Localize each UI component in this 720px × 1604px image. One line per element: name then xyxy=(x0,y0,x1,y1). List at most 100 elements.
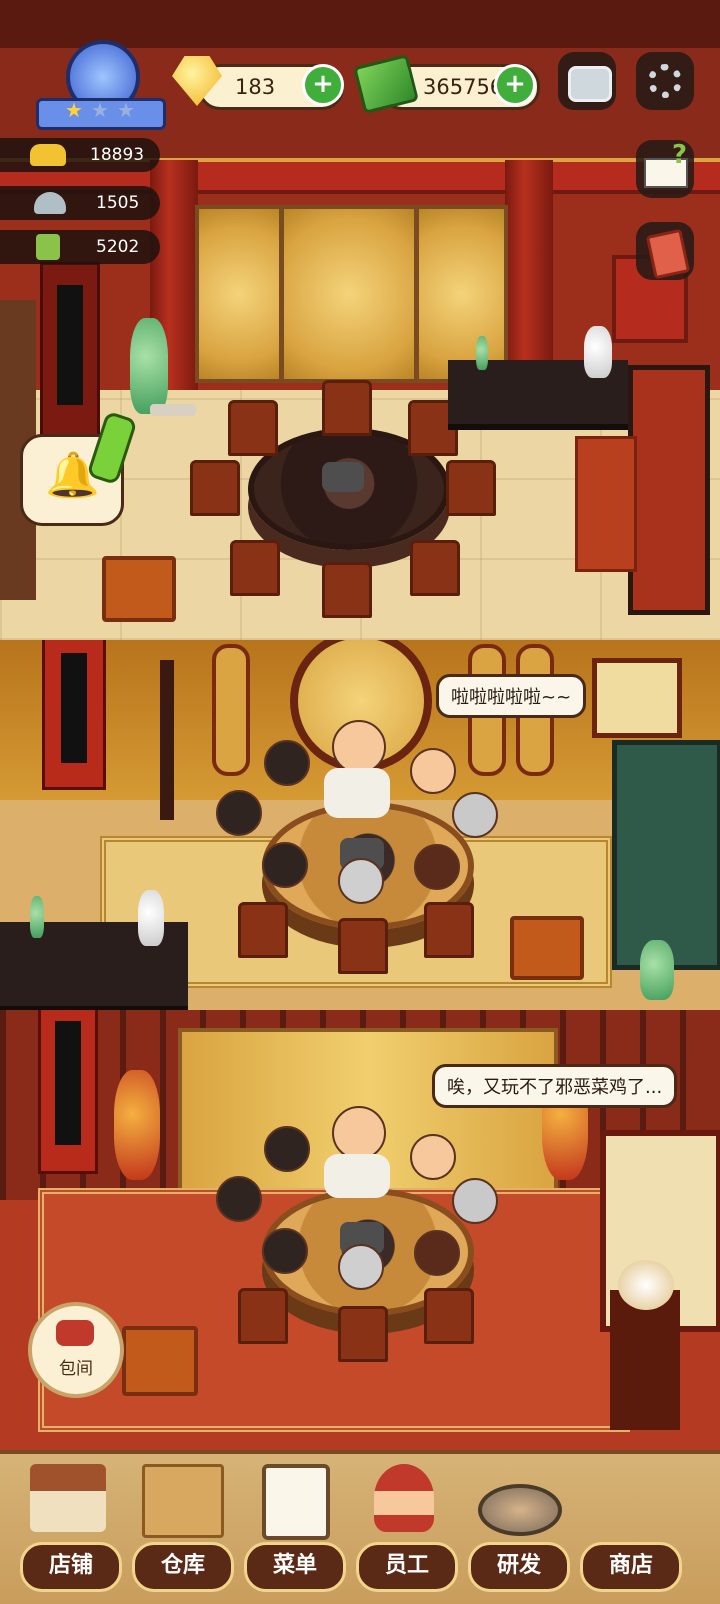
customer-grandpa-body xyxy=(324,768,390,818)
white-vase xyxy=(584,326,612,378)
air-conditioner xyxy=(42,640,106,790)
small-green-vase xyxy=(30,896,44,938)
gold-ingot-icon xyxy=(30,144,66,166)
nav-label: 商店 xyxy=(580,1542,682,1592)
floor-3-dining-room: 唉，又玩不了邪恶菜鸡了... 包间 xyxy=(0,1010,720,1450)
nav-label: 仓库 xyxy=(132,1542,234,1592)
porcelain-jar xyxy=(618,1260,674,1310)
customer-grandpa[interactable] xyxy=(332,720,386,774)
nav-staff[interactable]: 员工 xyxy=(352,1464,458,1594)
wooden-chest xyxy=(102,556,176,622)
red-pillar-right xyxy=(505,160,553,390)
customer-woman-right[interactable] xyxy=(414,844,460,890)
dragon-panel-right xyxy=(415,205,508,383)
sofa-icon xyxy=(56,1320,94,1346)
customer-girl[interactable] xyxy=(410,748,456,794)
red-lattice-screen xyxy=(628,365,710,615)
star-icon: ★ xyxy=(65,98,83,122)
storefront-icon xyxy=(30,1464,106,1532)
help-book-button[interactable]: ? xyxy=(636,140,694,198)
customer-grandpa-body xyxy=(324,1154,390,1198)
customer-grandma-back[interactable] xyxy=(338,858,384,904)
white-vase xyxy=(138,890,164,946)
nav-label: 员工 xyxy=(356,1542,458,1592)
wok-icon xyxy=(478,1484,562,1536)
waitress-icon xyxy=(374,1464,434,1532)
gems-value: 183 xyxy=(235,75,276,99)
customer-grandma-right[interactable] xyxy=(452,1178,498,1224)
wooden-chest xyxy=(122,1326,198,1396)
vase-pedestal xyxy=(610,1290,680,1430)
wall-plaque xyxy=(212,644,250,776)
customer-woman-left[interactable] xyxy=(264,1126,310,1172)
add-cash-button[interactable]: + xyxy=(494,64,536,106)
speech-bubble-floor-3: 唉，又玩不了邪恶菜鸡了... xyxy=(432,1064,678,1108)
chair xyxy=(410,540,460,596)
green-vase xyxy=(640,940,674,1000)
floor-2-dining-room: 啦啦啦啦啦~~ xyxy=(0,640,720,1010)
dish-stat: 1505 xyxy=(0,186,160,220)
serving-dish-icon xyxy=(34,192,66,214)
customer-child[interactable] xyxy=(262,842,308,888)
level-stars-ribbon: ★ ★ ★ xyxy=(36,98,166,130)
chair xyxy=(424,1288,474,1344)
customer-man[interactable] xyxy=(216,790,262,836)
player-level-badge[interactable]: ★ ★ ★ xyxy=(36,40,166,130)
gold-ingot-value: 18893 xyxy=(90,145,145,165)
ticket-icon xyxy=(36,234,60,260)
customer-grandma-back[interactable] xyxy=(338,1244,384,1290)
add-gems-button[interactable]: + xyxy=(302,64,344,106)
coat-stand xyxy=(160,660,174,820)
camera-icon xyxy=(568,66,612,102)
settings-button[interactable] xyxy=(636,52,694,110)
chair xyxy=(238,902,288,958)
customer-grandma-right[interactable] xyxy=(452,792,498,838)
nav-research[interactable]: 研发 xyxy=(464,1464,570,1594)
vase-stand xyxy=(150,404,196,416)
dish-value: 1505 xyxy=(96,193,140,213)
chair xyxy=(338,918,388,974)
nav-warehouse[interactable]: 仓库 xyxy=(128,1464,234,1594)
customer-grandpa[interactable] xyxy=(332,1106,386,1160)
wooden-chest xyxy=(510,916,584,980)
dragon-panel-left xyxy=(195,205,283,383)
customer-man[interactable] xyxy=(216,1176,262,1222)
clipboard-icon xyxy=(262,1464,330,1540)
gear-icon xyxy=(648,64,682,98)
chair xyxy=(424,902,474,958)
star-icon: ★ xyxy=(91,98,109,122)
chair xyxy=(446,460,496,516)
star-icon: ★ xyxy=(117,98,135,122)
jade-picture-frame xyxy=(592,658,682,738)
question-icon: ? xyxy=(672,140,688,170)
nav-store[interactable]: 商店 xyxy=(576,1464,682,1594)
hotpot-burner-1 xyxy=(322,462,364,492)
dragon-panel-center xyxy=(280,205,418,383)
nav-menu[interactable]: 菜单 xyxy=(240,1464,346,1594)
nav-label: 研发 xyxy=(468,1542,570,1592)
ticket-stat: 5202 xyxy=(0,230,160,264)
recipe-book-button[interactable] xyxy=(636,222,694,280)
small-green-vase xyxy=(476,336,488,370)
boxes-icon xyxy=(142,1464,224,1538)
private-room-button[interactable]: 包间 xyxy=(28,1302,124,1398)
customer-child[interactable] xyxy=(262,1228,308,1274)
chair xyxy=(322,562,372,618)
air-conditioner xyxy=(38,1010,98,1174)
customer-woman-right[interactable] xyxy=(414,1230,460,1276)
bottom-navigation: 店铺 仓库 菜单 员工 研发 商店 xyxy=(0,1450,720,1604)
shop-stall-icon xyxy=(590,1464,666,1532)
ticket-value: 5202 xyxy=(96,237,140,257)
chair xyxy=(338,1306,388,1362)
customer-woman-left[interactable] xyxy=(264,740,310,786)
nav-shop-store[interactable]: 店铺 xyxy=(16,1464,122,1594)
chair xyxy=(238,1288,288,1344)
red-rug-right xyxy=(575,436,637,572)
camera-button[interactable] xyxy=(558,52,616,110)
chair xyxy=(322,380,372,436)
tea-cabinet xyxy=(612,740,720,970)
customer-girl[interactable] xyxy=(410,1134,456,1180)
chair xyxy=(190,460,240,516)
chair xyxy=(228,400,278,456)
cash-value: 365756 xyxy=(423,75,504,99)
